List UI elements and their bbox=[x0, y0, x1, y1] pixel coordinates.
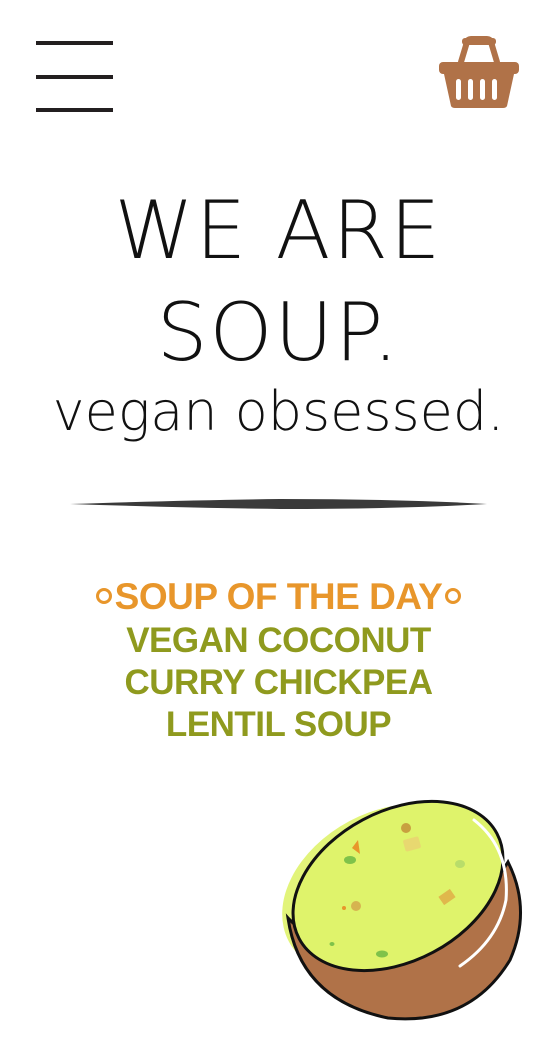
soup-of-the-day-section: SOUP OF THE DAY VEGAN COCONUT CURRY CHIC… bbox=[0, 574, 557, 746]
brush-divider bbox=[70, 499, 487, 509]
menu-bar bbox=[36, 108, 113, 112]
menu-bar bbox=[36, 41, 113, 45]
soup-name: VEGAN COCONUT CURRY CHICKPEA LENTIL SOUP bbox=[0, 620, 557, 746]
soup-of-the-day-heading: SOUP OF THE DAY bbox=[0, 574, 557, 620]
soup-of-the-day-label: SOUP OF THE DAY bbox=[114, 576, 443, 617]
soup-name-line-3: LENTIL SOUP bbox=[165, 705, 392, 744]
hero-title-line-2: SOUP. bbox=[156, 286, 401, 379]
menu-bar bbox=[36, 75, 113, 79]
hero-tagline: vegan obsessed. bbox=[52, 380, 505, 443]
bullet-dot-icon bbox=[445, 588, 462, 605]
hamburger-menu-button[interactable] bbox=[36, 40, 113, 114]
soup-name-line-1: VEGAN COCONUT bbox=[126, 621, 431, 660]
hero-title-line-1: WE ARE bbox=[114, 184, 443, 277]
bullet-dot-icon bbox=[95, 588, 112, 605]
soup-name-line-2: CURRY CHICKPEA bbox=[124, 663, 433, 702]
soup-bowl-illustration bbox=[282, 799, 522, 1021]
basket-icon[interactable] bbox=[437, 36, 521, 110]
hero-title: WE ARE SOUP. bbox=[0, 180, 557, 384]
